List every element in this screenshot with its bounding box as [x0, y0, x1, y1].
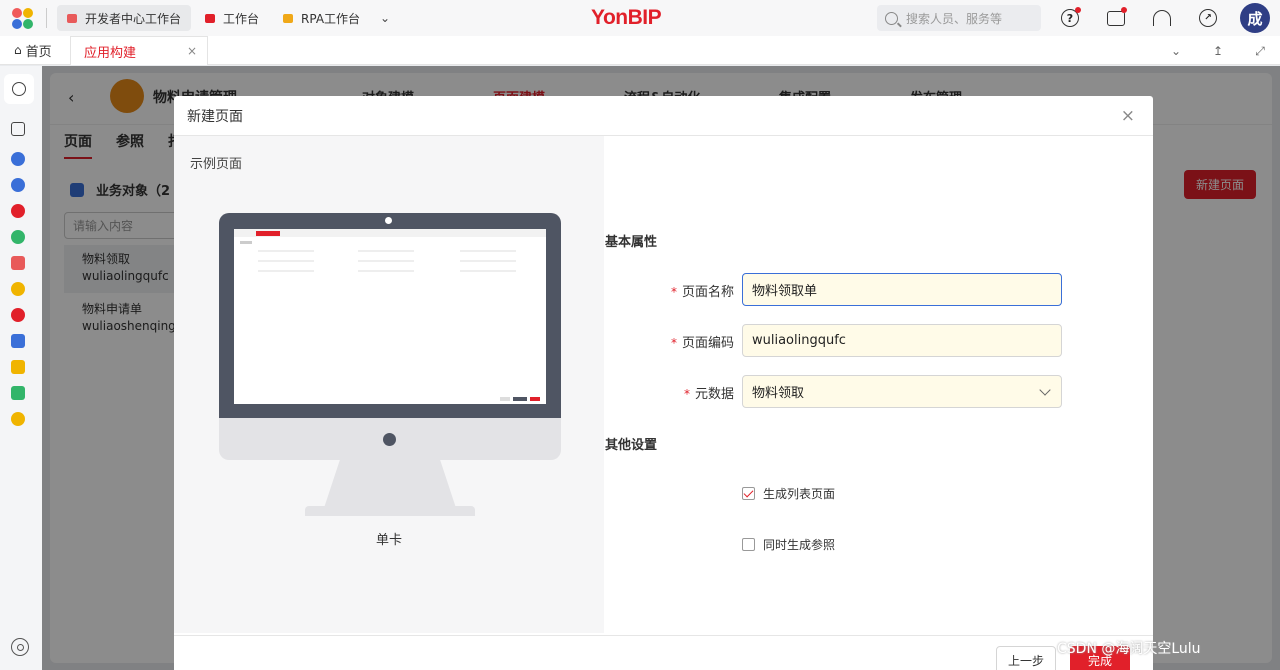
brand-logo: YonBIP — [591, 6, 662, 29]
top-tab-label: RPA工作台 — [301, 11, 361, 26]
workbench-icon — [205, 13, 216, 23]
camera-dot — [385, 217, 392, 224]
dialog-title: 新建页面 — [187, 108, 243, 125]
required-mark: * — [683, 387, 690, 401]
help-icon[interactable]: ? — [1056, 4, 1084, 32]
preview-caption: 单卡 — [376, 533, 403, 548]
rpa-icon — [283, 13, 294, 23]
rail-search-button[interactable] — [4, 74, 34, 104]
headset-icon[interactable] — [1148, 4, 1176, 32]
page-code-input[interactable]: wuliaolingqufc — [742, 324, 1062, 357]
upload-icon[interactable]: ↥ — [1208, 41, 1228, 61]
section-other-settings: 其他设置 — [605, 438, 658, 453]
top-actions: ? ↗ — [1056, 4, 1240, 32]
generate-reference-label: 同时生成参照 — [763, 538, 836, 552]
top-tab-workbench[interactable]: 工作台 — [195, 5, 269, 31]
app-icon[interactable] — [11, 256, 25, 270]
watermark: CSDN @海阔天空Lulu — [1057, 641, 1201, 657]
home-tab-label: 首页 — [25, 44, 52, 60]
generate-list-page-checkbox[interactable]: 生成列表页面 — [742, 485, 835, 502]
new-page-dialog: 新建页面 × 示例页面 单卡 基本属性 * 页面名称 物料领取单 * 页面编码 … — [174, 96, 1153, 670]
home-tab[interactable]: ⌂ 首页 — [0, 41, 66, 60]
page-form: 基本属性 * 页面名称 物料领取单 * 页面编码 wuliaolingqufc * 元… — [604, 136, 1153, 633]
top-tab-label: 开发者中心工作台 — [85, 11, 182, 26]
search-placeholder: 搜索人员、服务等 — [906, 11, 1003, 26]
preview-label: 示例页面 — [190, 157, 243, 172]
dev-center-icon — [67, 13, 77, 23]
app-icon[interactable] — [11, 386, 25, 400]
single-card-thumbnail — [234, 229, 546, 401]
page-tab-bar: ⌂ 首页 应用构建 × ⌄ ↥ ⤢ — [0, 36, 1280, 65]
tab-label: 应用构建 — [84, 45, 137, 61]
power-button-dot — [383, 433, 396, 446]
search-icon — [12, 82, 26, 96]
dialog-header: 新建页面 × — [174, 96, 1153, 136]
required-mark: * — [670, 336, 677, 350]
tab-app-build[interactable]: 应用构建 × — [70, 36, 208, 65]
fullscreen-icon[interactable]: ⤢ — [1250, 41, 1270, 61]
close-icon[interactable]: × — [1121, 106, 1135, 126]
previous-step-button[interactable]: 上一步 — [996, 646, 1056, 670]
divider — [46, 8, 47, 28]
top-tab-dev-center[interactable]: 开发者中心工作台 — [57, 5, 192, 31]
home-icon: ⌂ — [14, 43, 22, 57]
metadata-select-value: 物料领取 — [752, 386, 805, 401]
metadata-select[interactable]: 物料领取 — [742, 375, 1062, 408]
page-name-input[interactable]: 物料领取单 — [742, 273, 1062, 306]
tabbar-actions: ⌄ ↥ ⤢ — [1144, 41, 1270, 61]
dialog-footer: 上一步 完成 — [174, 635, 1153, 670]
global-search-input[interactable]: 搜索人员、服务等 — [877, 5, 1041, 31]
close-icon[interactable]: × — [187, 44, 197, 58]
section-basic-properties: 基本属性 — [605, 235, 658, 250]
app-icon[interactable] — [11, 308, 25, 322]
message-icon[interactable] — [1102, 4, 1130, 32]
app-icon[interactable] — [11, 412, 25, 426]
required-mark: * — [670, 285, 677, 299]
checkbox-checked[interactable] — [742, 487, 755, 500]
left-rail — [0, 66, 42, 670]
search-icon — [885, 11, 898, 25]
app-icon[interactable] — [11, 282, 25, 296]
monitor-illustration — [219, 213, 561, 460]
page-name-label: 页面名称 — [681, 285, 734, 300]
checkbox-unchecked[interactable] — [742, 538, 755, 551]
generate-reference-checkbox[interactable]: 同时生成参照 — [742, 536, 835, 553]
example-page-preview: 示例页面 单卡 — [174, 136, 604, 633]
generate-list-page-label: 生成列表页面 — [763, 487, 836, 501]
top-tab-rpa[interactable]: RPA工作台 — [273, 5, 370, 31]
app-icon[interactable] — [11, 178, 25, 192]
form-row-metadata: * 元数据 物料领取 — [604, 375, 1153, 408]
app-icon[interactable] — [11, 230, 25, 244]
folder-icon[interactable] — [11, 122, 25, 136]
compass-icon[interactable]: ↗ — [1194, 4, 1222, 32]
avatar[interactable]: 成 — [1240, 3, 1270, 33]
top-tab-label: 工作台 — [223, 11, 260, 26]
gear-icon[interactable] — [11, 638, 29, 656]
monitor-base — [305, 506, 475, 516]
form-row-page-name: * 页面名称 物料领取单 — [604, 273, 1153, 306]
preview-screen — [234, 229, 546, 404]
app-launcher-icon[interactable] — [12, 6, 36, 30]
app-icon[interactable] — [11, 152, 25, 166]
monitor-icon[interactable] — [11, 334, 25, 348]
chevron-down-icon[interactable]: ⌄ — [1166, 41, 1186, 61]
app-icon[interactable] — [11, 204, 25, 218]
form-row-page-code: * 页面编码 wuliaolingqufc — [604, 324, 1153, 357]
metadata-label: 元数据 — [694, 387, 734, 402]
page-code-label: 页面编码 — [681, 336, 734, 351]
monitor-stand — [324, 460, 456, 508]
app-icon[interactable] — [11, 360, 25, 374]
chevron-down-icon[interactable]: ⌄ — [374, 7, 396, 29]
chevron-down-icon — [1039, 384, 1051, 396]
